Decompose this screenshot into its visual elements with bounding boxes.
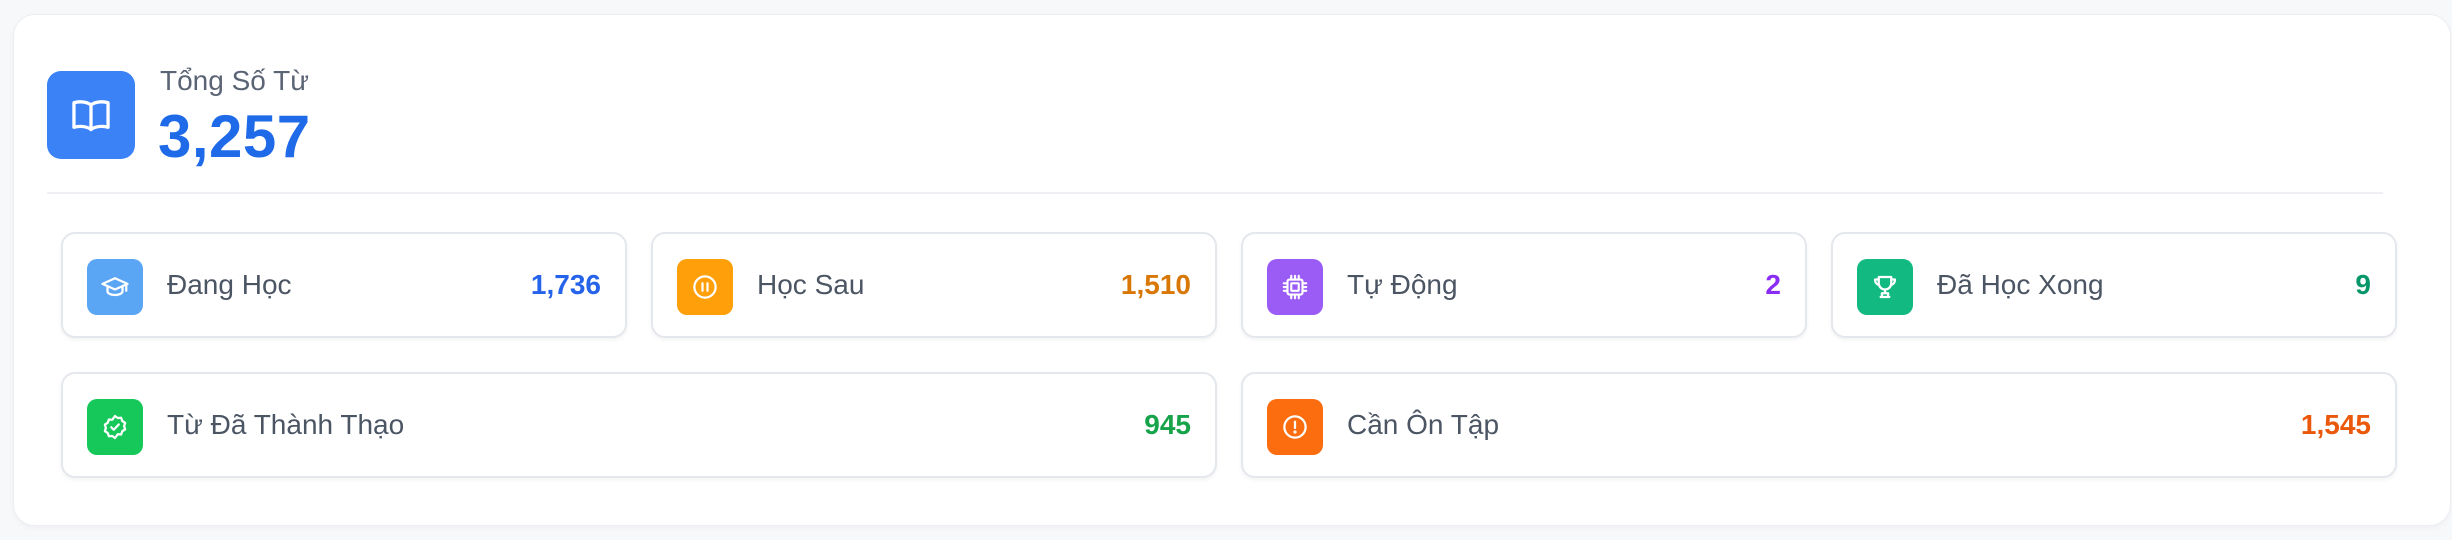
stat-value: 1,545 — [2300, 409, 2371, 440]
stat-value: 945 — [1144, 409, 1191, 440]
stat-label: Đã Học Xong — [1937, 269, 2104, 300]
total-words-label: Tổng Số Từ — [160, 65, 309, 96]
stat-label: Từ Đã Thành Thạo — [167, 409, 405, 440]
stat-card-automatic[interactable]: Tự Động 2 — [1241, 232, 1807, 338]
stat-value: 1,736 — [530, 269, 601, 300]
stat-label: Cần Ôn Tập — [1347, 409, 1500, 440]
total-words-value: 3,257 — [158, 103, 311, 170]
alert-circle-icon — [1267, 399, 1323, 455]
divider — [47, 192, 2383, 194]
stat-label: Học Sau — [757, 269, 865, 300]
cpu-chip-icon — [1267, 259, 1323, 315]
trophy-icon — [1857, 259, 1913, 315]
stat-value: 9 — [2355, 269, 2371, 300]
stat-value: 1,510 — [1120, 269, 1191, 300]
graduation-cap-icon — [87, 259, 143, 315]
stat-card-learn-later[interactable]: Học Sau 1,510 — [651, 232, 1217, 338]
book-open-icon — [47, 71, 135, 159]
stat-label: Đang Học — [167, 269, 292, 300]
check-badge-icon — [87, 399, 143, 455]
stat-label: Tự Động — [1347, 269, 1458, 300]
stat-card-learning[interactable]: Đang Học 1,736 — [61, 232, 627, 338]
pause-circle-icon — [677, 259, 733, 315]
stat-value: 2 — [1765, 269, 1781, 300]
stat-card-mastered[interactable]: Từ Đã Thành Thạo 945 — [61, 372, 1217, 478]
stat-card-completed[interactable]: Đã Học Xong 9 — [1831, 232, 2397, 338]
stat-card-needs-review[interactable]: Cần Ôn Tập 1,545 — [1241, 372, 2397, 478]
